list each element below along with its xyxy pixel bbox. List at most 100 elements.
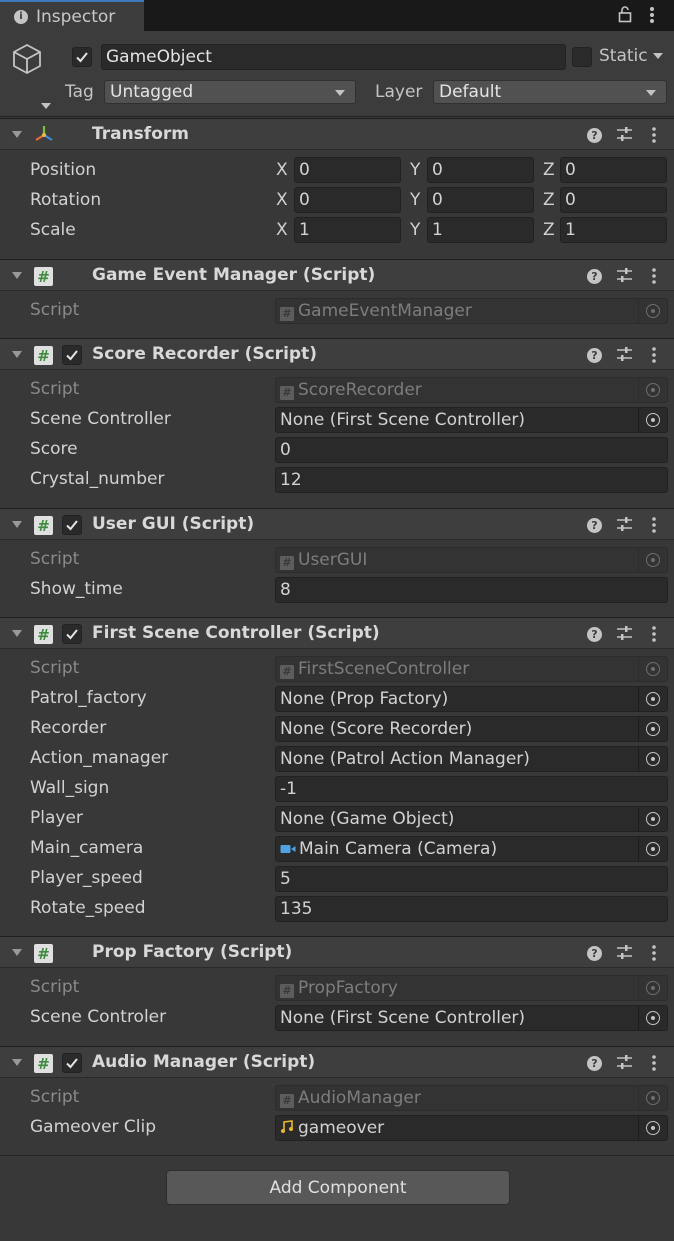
- show-time-field[interactable]: 8: [275, 577, 668, 603]
- help-icon[interactable]: ?: [587, 128, 602, 143]
- user-gui-header[interactable]: # User GUI (Script) ?: [0, 508, 674, 540]
- add-component-button[interactable]: Add Component: [166, 1170, 510, 1205]
- object-picker[interactable]: [638, 408, 667, 432]
- axis-z-label[interactable]: Z: [543, 190, 555, 210]
- object-picker[interactable]: [638, 837, 667, 861]
- rotation-z-field[interactable]: 0: [560, 187, 667, 213]
- player-field[interactable]: None (Game Object): [275, 806, 668, 832]
- icon-dropdown-caret-icon[interactable]: [41, 103, 51, 109]
- object-picker[interactable]: [638, 1116, 667, 1140]
- prop-factory-header[interactable]: # Prop Factory (Script) ?: [0, 936, 674, 968]
- crystal-number-field[interactable]: 12: [275, 467, 668, 493]
- scale-y-field[interactable]: 1: [427, 217, 534, 243]
- component-enabled-checkbox[interactable]: [62, 515, 82, 535]
- scene-controller-field[interactable]: None (First Scene Controller): [275, 407, 668, 433]
- component-enabled-checkbox[interactable]: [62, 624, 82, 644]
- kebab-menu-icon[interactable]: [650, 267, 658, 289]
- kebab-menu-icon[interactable]: [650, 625, 658, 647]
- score-field[interactable]: 0: [275, 437, 668, 463]
- score-recorder-header[interactable]: # Score Recorder (Script) ?: [0, 338, 674, 370]
- rotate-speed-field[interactable]: 135: [275, 896, 668, 922]
- rotation-x-field[interactable]: 0: [294, 187, 401, 213]
- foldout-arrow-icon[interactable]: [12, 272, 22, 279]
- help-icon[interactable]: ?: [587, 1056, 602, 1071]
- rotation-y-field[interactable]: 0: [427, 187, 534, 213]
- object-picker[interactable]: [638, 1006, 667, 1030]
- foldout-arrow-icon[interactable]: [12, 630, 22, 637]
- static-label[interactable]: Static: [599, 46, 648, 66]
- active-checkbox[interactable]: [72, 47, 92, 67]
- gameover-clip-field[interactable]: gameover: [275, 1115, 668, 1141]
- recorder-field[interactable]: None (Score Recorder): [275, 716, 668, 742]
- object-picker[interactable]: [638, 687, 667, 711]
- kebab-menu-icon[interactable]: [650, 944, 658, 966]
- component-enabled-checkbox[interactable]: [62, 1053, 82, 1073]
- kebab-menu-icon[interactable]: [650, 126, 658, 148]
- component-enabled-checkbox[interactable]: [62, 345, 82, 365]
- first-scene-controller-header[interactable]: # First Scene Controller (Script) ?: [0, 617, 674, 649]
- preset-sliders-icon[interactable]: [616, 516, 633, 536]
- tab-inspector[interactable]: i Inspector: [0, 0, 144, 31]
- position-z-field[interactable]: 0: [560, 157, 667, 183]
- gameobject-name-field[interactable]: GameObject: [101, 44, 566, 70]
- camera-icon: [280, 838, 296, 862]
- kebab-menu-icon[interactable]: [650, 516, 658, 538]
- action-manager-field[interactable]: None (Patrol Action Manager): [275, 746, 668, 772]
- game-event-manager-header[interactable]: # Game Event Manager (Script) ?: [0, 259, 674, 291]
- foldout-arrow-icon[interactable]: [12, 351, 22, 358]
- transform-header[interactable]: Transform ?: [0, 118, 674, 150]
- lock-icon[interactable]: [618, 5, 632, 28]
- scene-controler-field[interactable]: None (First Scene Controller): [275, 1005, 668, 1031]
- foldout-arrow-icon[interactable]: [12, 1059, 22, 1066]
- object-picker-icon: [646, 1091, 660, 1105]
- kebab-menu-icon[interactable]: [648, 5, 656, 30]
- help-icon[interactable]: ?: [587, 518, 602, 533]
- audio-manager-header[interactable]: # Audio Manager (Script) ?: [0, 1046, 674, 1078]
- preset-sliders-icon[interactable]: [616, 126, 633, 146]
- help-icon[interactable]: ?: [587, 269, 602, 284]
- foldout-arrow-icon[interactable]: [12, 131, 22, 138]
- axis-y-label[interactable]: Y: [410, 220, 420, 240]
- preset-sliders-icon[interactable]: [616, 625, 633, 645]
- main-camera-field[interactable]: Main Camera (Camera): [275, 836, 668, 862]
- axis-x-label[interactable]: X: [276, 220, 288, 240]
- position-y-field[interactable]: 0: [427, 157, 534, 183]
- preset-sliders-icon[interactable]: [616, 1054, 633, 1074]
- foldout-arrow-icon[interactable]: [12, 949, 22, 956]
- gameobject-cube-icon[interactable]: [12, 43, 42, 80]
- preset-sliders-icon[interactable]: [616, 267, 633, 287]
- layer-dropdown[interactable]: Default: [433, 80, 667, 104]
- help-icon[interactable]: ?: [587, 946, 602, 961]
- patrol-factory-field[interactable]: None (Prop Factory): [275, 686, 668, 712]
- script-field: # UserGUI: [275, 547, 668, 573]
- axis-y-label[interactable]: Y: [410, 160, 420, 180]
- kebab-menu-icon[interactable]: [650, 1054, 658, 1076]
- field-value: Main Camera (Camera): [299, 839, 498, 859]
- axis-z-label[interactable]: Z: [543, 160, 555, 180]
- axis-x-label[interactable]: X: [276, 190, 288, 210]
- object-picker[interactable]: [638, 807, 667, 831]
- object-picker[interactable]: [638, 717, 667, 741]
- scale-x-field[interactable]: 1: [294, 217, 401, 243]
- kebab-menu-icon[interactable]: [650, 346, 658, 368]
- axis-x-label[interactable]: X: [276, 160, 288, 180]
- wall-sign-field[interactable]: -1: [275, 776, 668, 802]
- tag-dropdown[interactable]: Untagged: [104, 80, 356, 104]
- help-icon[interactable]: ?: [587, 627, 602, 642]
- help-icon[interactable]: ?: [587, 348, 602, 363]
- field-value: None (First Scene Controller): [280, 410, 526, 430]
- object-picker[interactable]: [638, 747, 667, 771]
- scale-z-field[interactable]: 1: [560, 217, 667, 243]
- script-icon: #: [280, 307, 294, 321]
- static-checkbox[interactable]: [572, 47, 592, 67]
- position-x-field[interactable]: 0: [294, 157, 401, 183]
- tag-value: Untagged: [110, 82, 194, 102]
- foldout-arrow-icon[interactable]: [12, 521, 22, 528]
- static-dropdown-caret-icon[interactable]: [653, 53, 663, 59]
- preset-sliders-icon[interactable]: [616, 944, 633, 964]
- object-picker-icon: [646, 842, 660, 856]
- axis-y-label[interactable]: Y: [410, 190, 420, 210]
- axis-z-label[interactable]: Z: [543, 220, 555, 240]
- player-speed-field[interactable]: 5: [275, 866, 668, 892]
- preset-sliders-icon[interactable]: [616, 346, 633, 366]
